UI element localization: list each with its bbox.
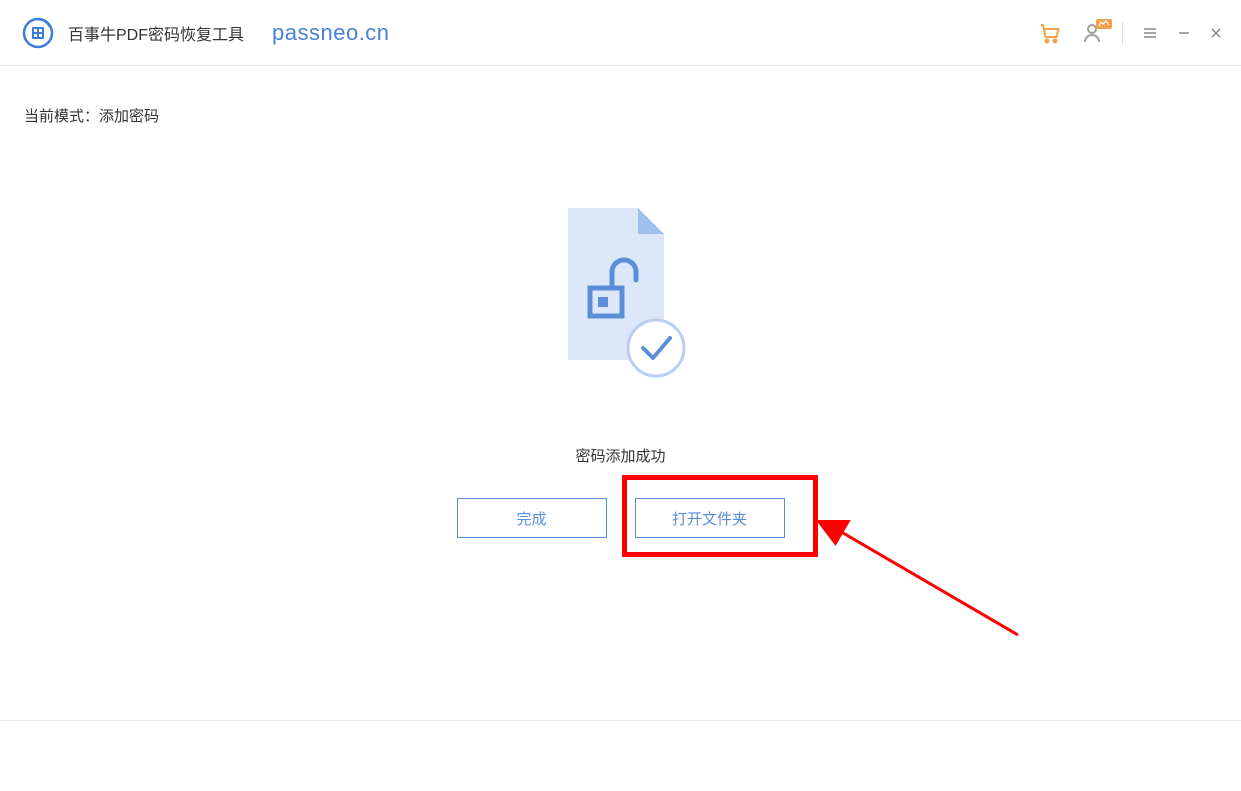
- header-bar: 百事牛PDF密码恢复工具 passneo.cn: [0, 0, 1241, 66]
- file-success-icon: [556, 200, 686, 375]
- app-title: 百事牛PDF密码恢复工具: [68, 21, 244, 45]
- domain-label: passneo.cn: [272, 20, 390, 46]
- header-actions: [1038, 21, 1223, 45]
- app-logo-icon: [22, 17, 54, 49]
- cart-icon[interactable]: [1038, 21, 1062, 45]
- main-content: 密码添加成功 完成 打开文件夹: [457, 200, 785, 538]
- mode-value: 添加密码: [99, 108, 159, 125]
- annotation-arrow-icon: [818, 520, 1038, 650]
- mode-indicator: 当前模式：添加密码: [24, 105, 159, 126]
- minimize-icon[interactable]: [1177, 26, 1191, 40]
- menu-icon[interactable]: [1141, 24, 1159, 42]
- mode-prefix: 当前模式：: [24, 108, 99, 125]
- header-divider: [1122, 22, 1123, 44]
- close-icon[interactable]: [1209, 26, 1223, 40]
- status-message: 密码添加成功: [575, 445, 665, 466]
- footer-divider: [0, 720, 1241, 721]
- action-buttons: 完成 打开文件夹: [457, 498, 785, 538]
- user-icon[interactable]: [1080, 21, 1104, 45]
- open-folder-button[interactable]: 打开文件夹: [635, 498, 785, 538]
- complete-button[interactable]: 完成: [457, 498, 607, 538]
